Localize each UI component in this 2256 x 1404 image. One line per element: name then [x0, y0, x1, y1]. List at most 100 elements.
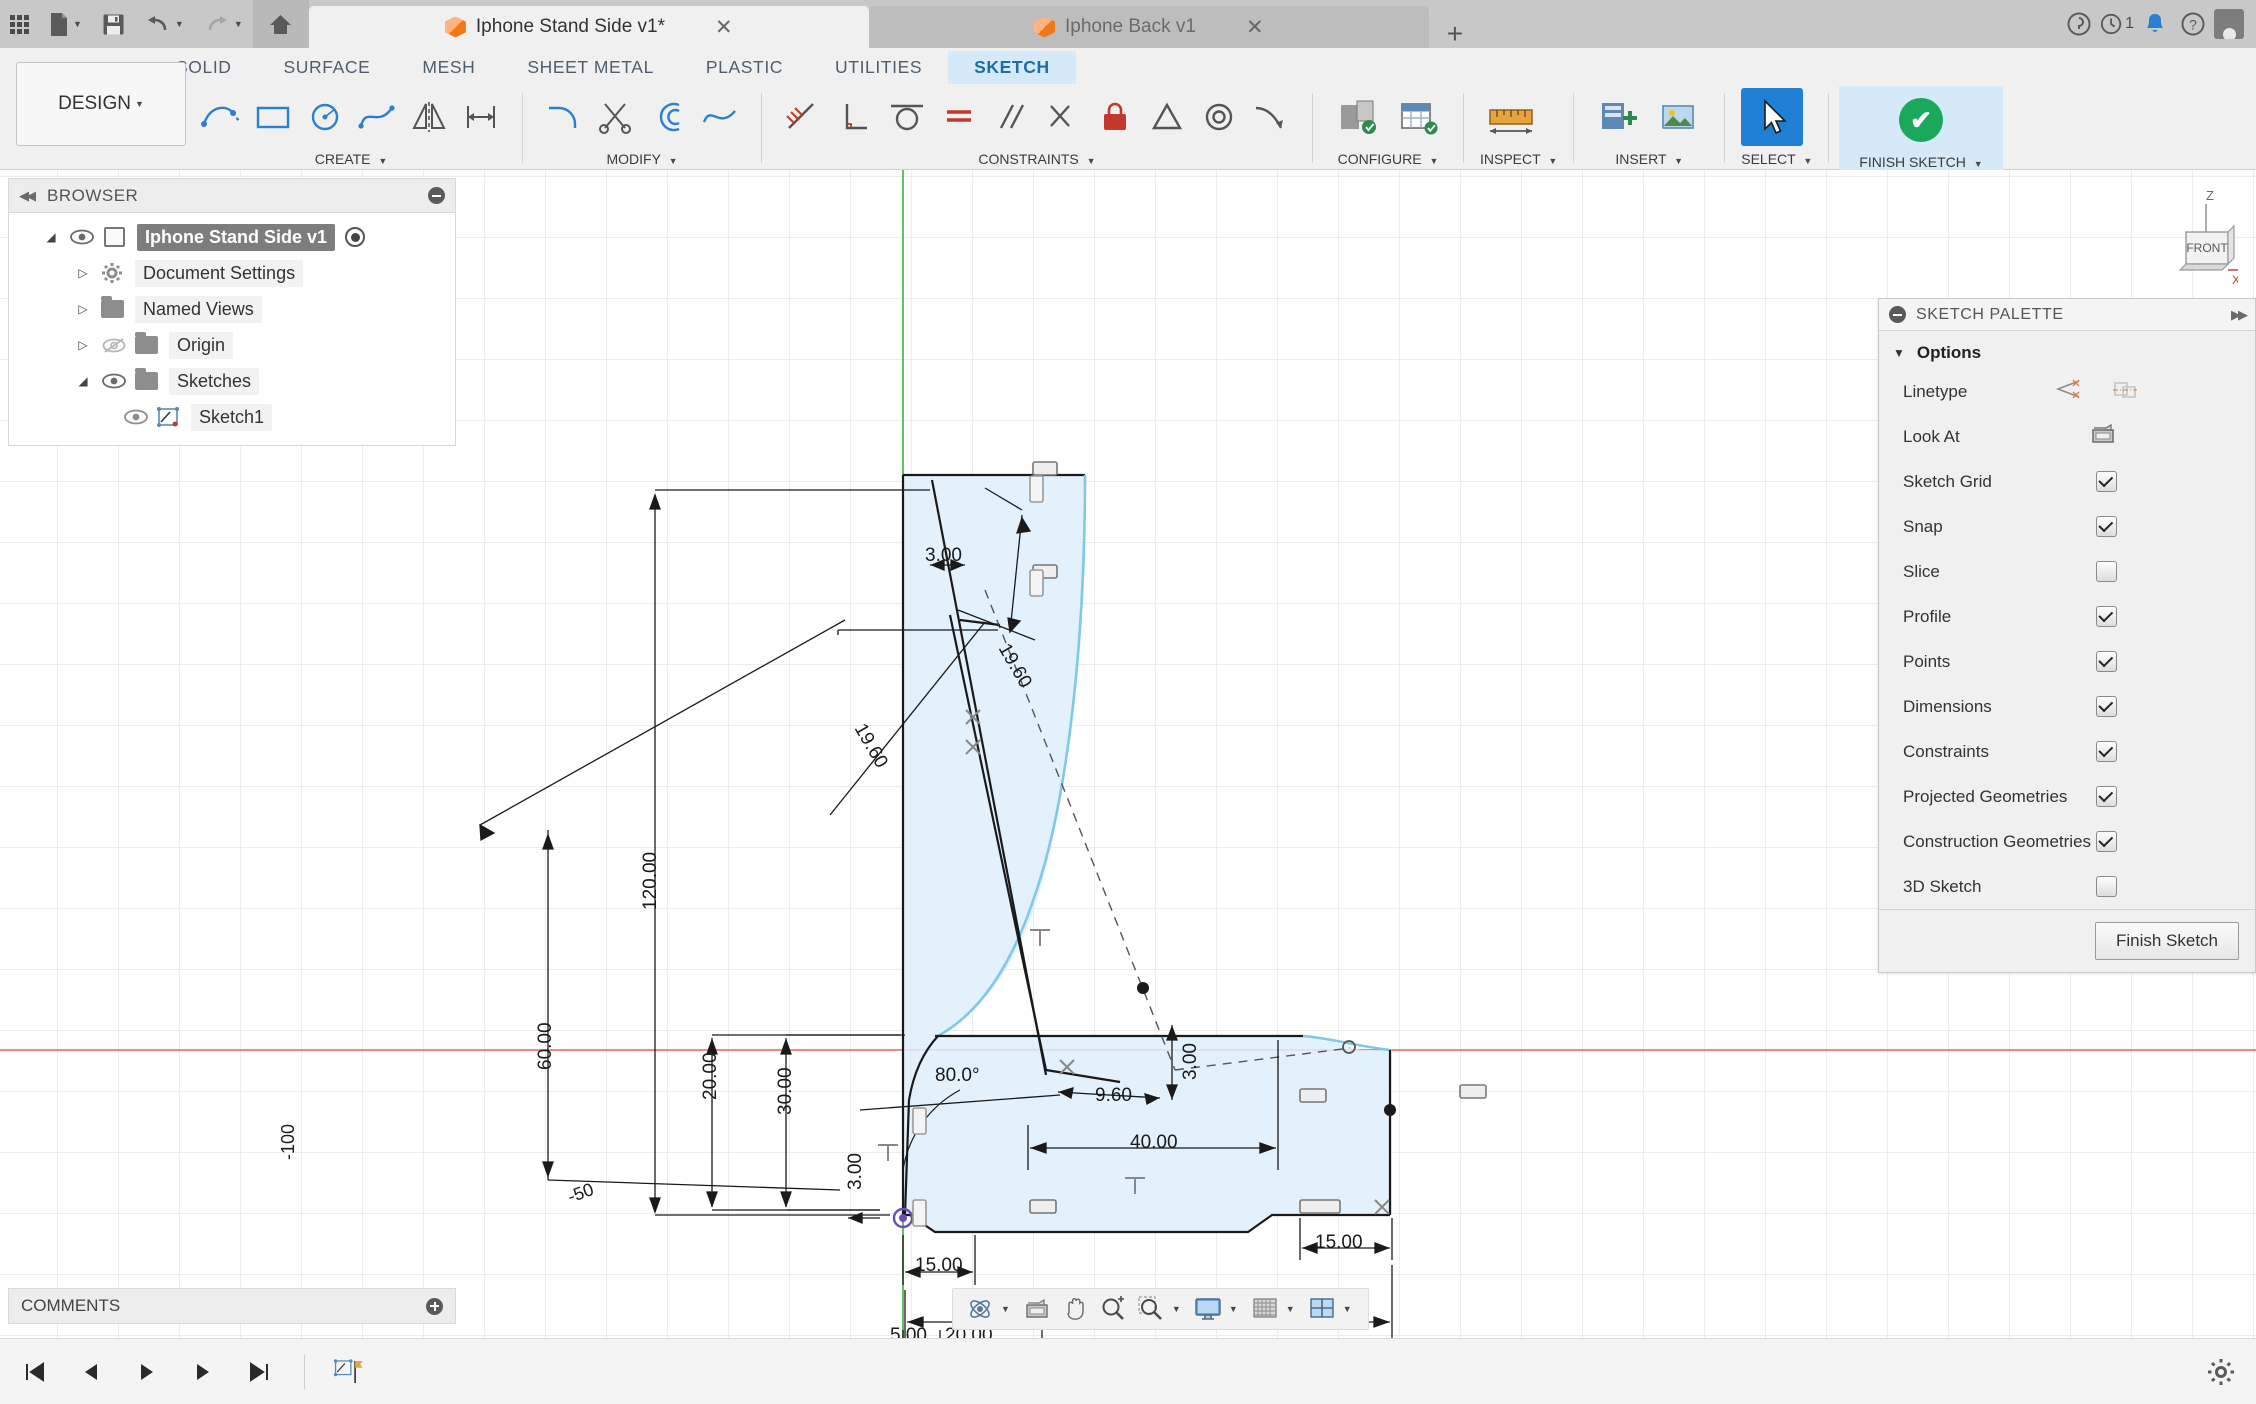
ribbon-group-insert-label[interactable]: INSERT ▼ [1590, 151, 1708, 170]
skip-start-icon[interactable] [18, 1355, 52, 1389]
zoom-in-icon[interactable] [1096, 1292, 1130, 1326]
dimension-value[interactable]: 20.00 [700, 1052, 722, 1100]
tree-item-sketch1[interactable]: Sketch1 [9, 399, 455, 435]
visibility-hidden-icon[interactable] [97, 337, 131, 354]
constraint-midpoint[interactable] [1142, 92, 1192, 142]
ribbon-tab-mesh[interactable]: MESH [396, 51, 501, 84]
grid-settings-icon[interactable] [1248, 1292, 1282, 1326]
hand-icon[interactable] [1058, 1292, 1092, 1326]
finish-sketch-button-palette[interactable]: Finish Sketch [2094, 922, 2239, 960]
dimension-value[interactable]: 3.00 [845, 1153, 867, 1190]
sketch-grid-checkbox[interactable] [2096, 471, 2117, 492]
ribbon-group-configure-label[interactable]: CONFIGURE ▼ [1329, 151, 1447, 170]
home-button[interactable] [252, 0, 309, 48]
construction-geometries-checkbox[interactable] [2096, 831, 2117, 852]
sketch-mirror-tool[interactable] [404, 92, 454, 142]
sketch-spline-tool[interactable] [352, 92, 402, 142]
ribbon-group-inspect-label[interactable]: INSPECT ▼ [1480, 151, 1557, 170]
look-at-icon[interactable] [1020, 1292, 1054, 1326]
visibility-eye-icon[interactable] [65, 229, 99, 245]
display-dropdown-caret[interactable]: ▼ [1229, 1304, 1244, 1314]
document-tab-inactive[interactable]: Iphone Back v1 ✕ [868, 6, 1429, 48]
ribbon-tab-sketch[interactable]: SKETCH [948, 50, 1076, 84]
close-icon[interactable]: ✕ [1246, 17, 1264, 38]
new-tab-button[interactable]: + [1429, 20, 1481, 48]
configure-table[interactable] [1389, 92, 1447, 142]
play-icon[interactable] [130, 1355, 164, 1389]
inspect-measure[interactable] [1480, 92, 1542, 142]
sketch-trim-tool[interactable] [591, 92, 641, 142]
constraint-concentric[interactable] [1194, 92, 1244, 142]
sketch-rectangle-tool[interactable] [248, 92, 298, 142]
profile-checkbox[interactable] [2096, 606, 2117, 627]
zoom-window-icon[interactable] [1134, 1292, 1168, 1326]
help-icon[interactable] [2062, 7, 2096, 41]
look-at-icon[interactable] [2089, 422, 2117, 451]
sketch-fillet-tool[interactable] [539, 92, 589, 142]
ribbon-group-constraints-label[interactable]: CONSTRAINTS ▼ [778, 151, 1296, 170]
dimension-value[interactable]: 3.00 [925, 545, 962, 567]
ribbon-group-create-label[interactable]: CREATE ▼ [196, 151, 506, 170]
centerline-icon[interactable] [2111, 377, 2139, 406]
construction-line-icon[interactable] [2053, 377, 2083, 406]
comments-panel[interactable]: COMMENTS [8, 1288, 456, 1324]
grid-dropdown-caret[interactable]: ▼ [1286, 1304, 1301, 1314]
minus-circle-icon[interactable] [1889, 306, 1906, 323]
save-button[interactable] [92, 0, 135, 48]
dimensions-checkbox[interactable] [2096, 696, 2117, 717]
viewcube[interactable]: Z FRONT X [2108, 186, 2240, 296]
palette-section-options[interactable]: ▼ Options [1879, 331, 2255, 369]
viewports-dropdown-caret[interactable]: ▼ [1343, 1304, 1358, 1314]
collapse-left-icon[interactable]: ◀◀ [19, 188, 36, 204]
design-workspace-dropdown[interactable]: DESIGN ▼ [16, 62, 186, 146]
configure-tool[interactable] [1329, 92, 1387, 142]
step-forward-icon[interactable] [186, 1355, 220, 1389]
dimension-value[interactable]: 3.00 [1180, 1043, 1202, 1080]
dimension-value[interactable]: 60.00 [535, 1022, 557, 1070]
close-icon[interactable]: ✕ [715, 17, 733, 38]
dimension-value[interactable]: 9.60 [1095, 1085, 1132, 1107]
ribbon-group-select-label[interactable]: SELECT ▼ [1741, 151, 1812, 170]
ribbon-tab-plastic[interactable]: PLASTIC [680, 51, 809, 84]
monitor-icon[interactable] [1191, 1292, 1225, 1326]
dimension-value[interactable]: 5.00 [890, 1325, 927, 1338]
constraint-coincident[interactable] [778, 92, 828, 142]
tree-item-sketches[interactable]: ◢ Sketches [9, 363, 455, 399]
constraint-curvature[interactable] [1246, 92, 1296, 142]
file-menu-button[interactable]: ▼ [39, 0, 92, 48]
settings-gear-icon[interactable] [2204, 1355, 2238, 1389]
constraint-fix-unfix[interactable] [1090, 92, 1140, 142]
orbit-dropdown-caret[interactable]: ▼ [1001, 1304, 1016, 1314]
redo-button[interactable]: ▼ [194, 0, 253, 48]
expand-twisty-icon[interactable]: ◢ [37, 230, 65, 244]
expand-twisty-icon[interactable]: ▷ [69, 338, 97, 352]
dimension-value[interactable]: 40.00 [1130, 1132, 1178, 1154]
select-tool[interactable] [1741, 88, 1804, 146]
expand-twisty-icon[interactable]: ▷ [69, 266, 97, 280]
minus-circle-icon[interactable] [428, 187, 445, 204]
points-checkbox[interactable] [2096, 651, 2117, 672]
dimension-value[interactable]: 120.00 [640, 852, 662, 910]
constraint-equal[interactable] [934, 92, 984, 142]
constraint-perpendicular[interactable] [830, 92, 880, 142]
sketch-timeline-icon[interactable] [333, 1355, 367, 1389]
dimension-value[interactable]: 80.0° [935, 1065, 980, 1087]
user-avatar[interactable] [2214, 9, 2244, 39]
app-grid-button[interactable] [0, 0, 39, 48]
undo-button[interactable]: ▼ [135, 0, 194, 48]
snap-checkbox[interactable] [2096, 516, 2117, 537]
3d-sketch-checkbox[interactable] [2096, 876, 2117, 897]
dimension-value[interactable]: 30.00 [775, 1067, 797, 1115]
tree-item-named-views[interactable]: ▷ Named Views [9, 291, 455, 327]
constraint-parallel[interactable] [986, 92, 1036, 142]
sketch-offset-tool[interactable] [643, 92, 693, 142]
ribbon-tab-sheet-metal[interactable]: SHEET METAL [501, 51, 680, 84]
expand-twisty-icon[interactable]: ◢ [69, 374, 97, 388]
step-back-icon[interactable] [74, 1355, 108, 1389]
tree-item-iphone-stand-side[interactable]: ◢ Iphone Stand Side v1 [9, 219, 455, 255]
expand-twisty-icon[interactable]: ▷ [69, 302, 97, 316]
notifications-icon[interactable] [2138, 7, 2172, 41]
ribbon-group-modify-label[interactable]: MODIFY ▼ [539, 151, 745, 170]
constraints-checkbox[interactable] [2096, 741, 2117, 762]
plus-circle-icon[interactable] [426, 1297, 443, 1315]
